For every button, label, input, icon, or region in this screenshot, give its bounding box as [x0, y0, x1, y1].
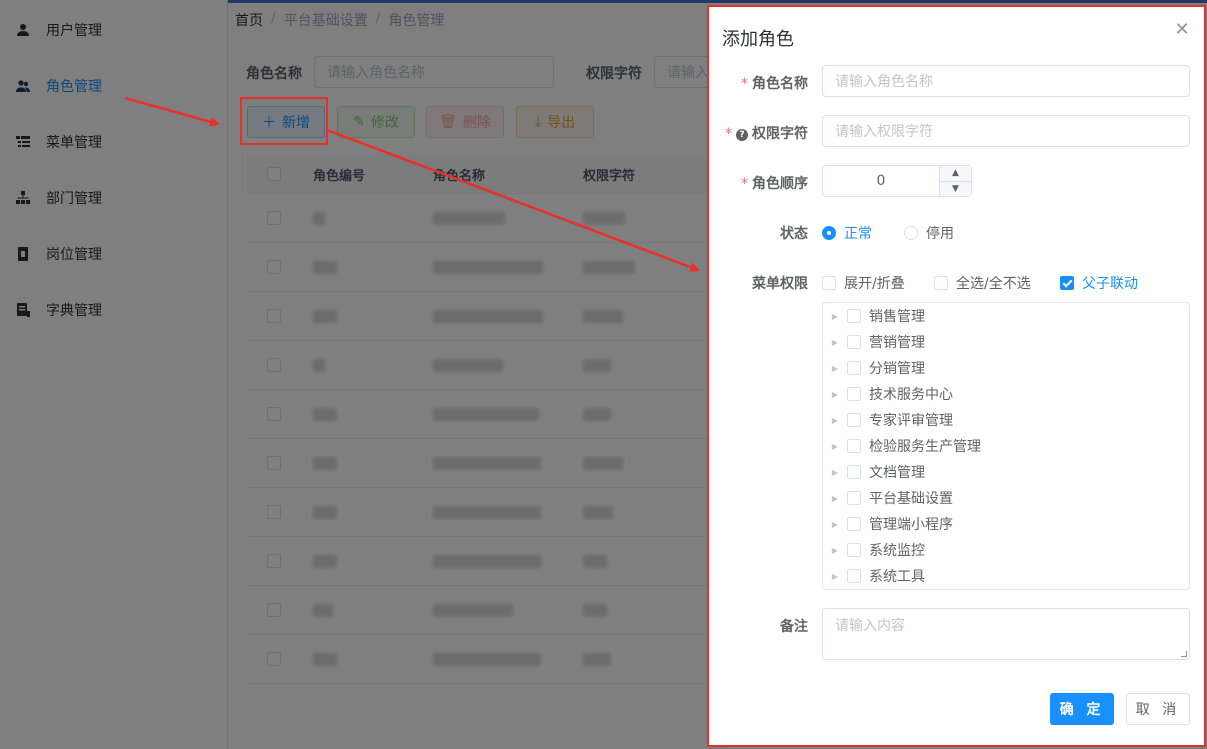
- annotation-highlight-add: [240, 97, 328, 145]
- annotation-highlight-dialog: [707, 5, 1206, 747]
